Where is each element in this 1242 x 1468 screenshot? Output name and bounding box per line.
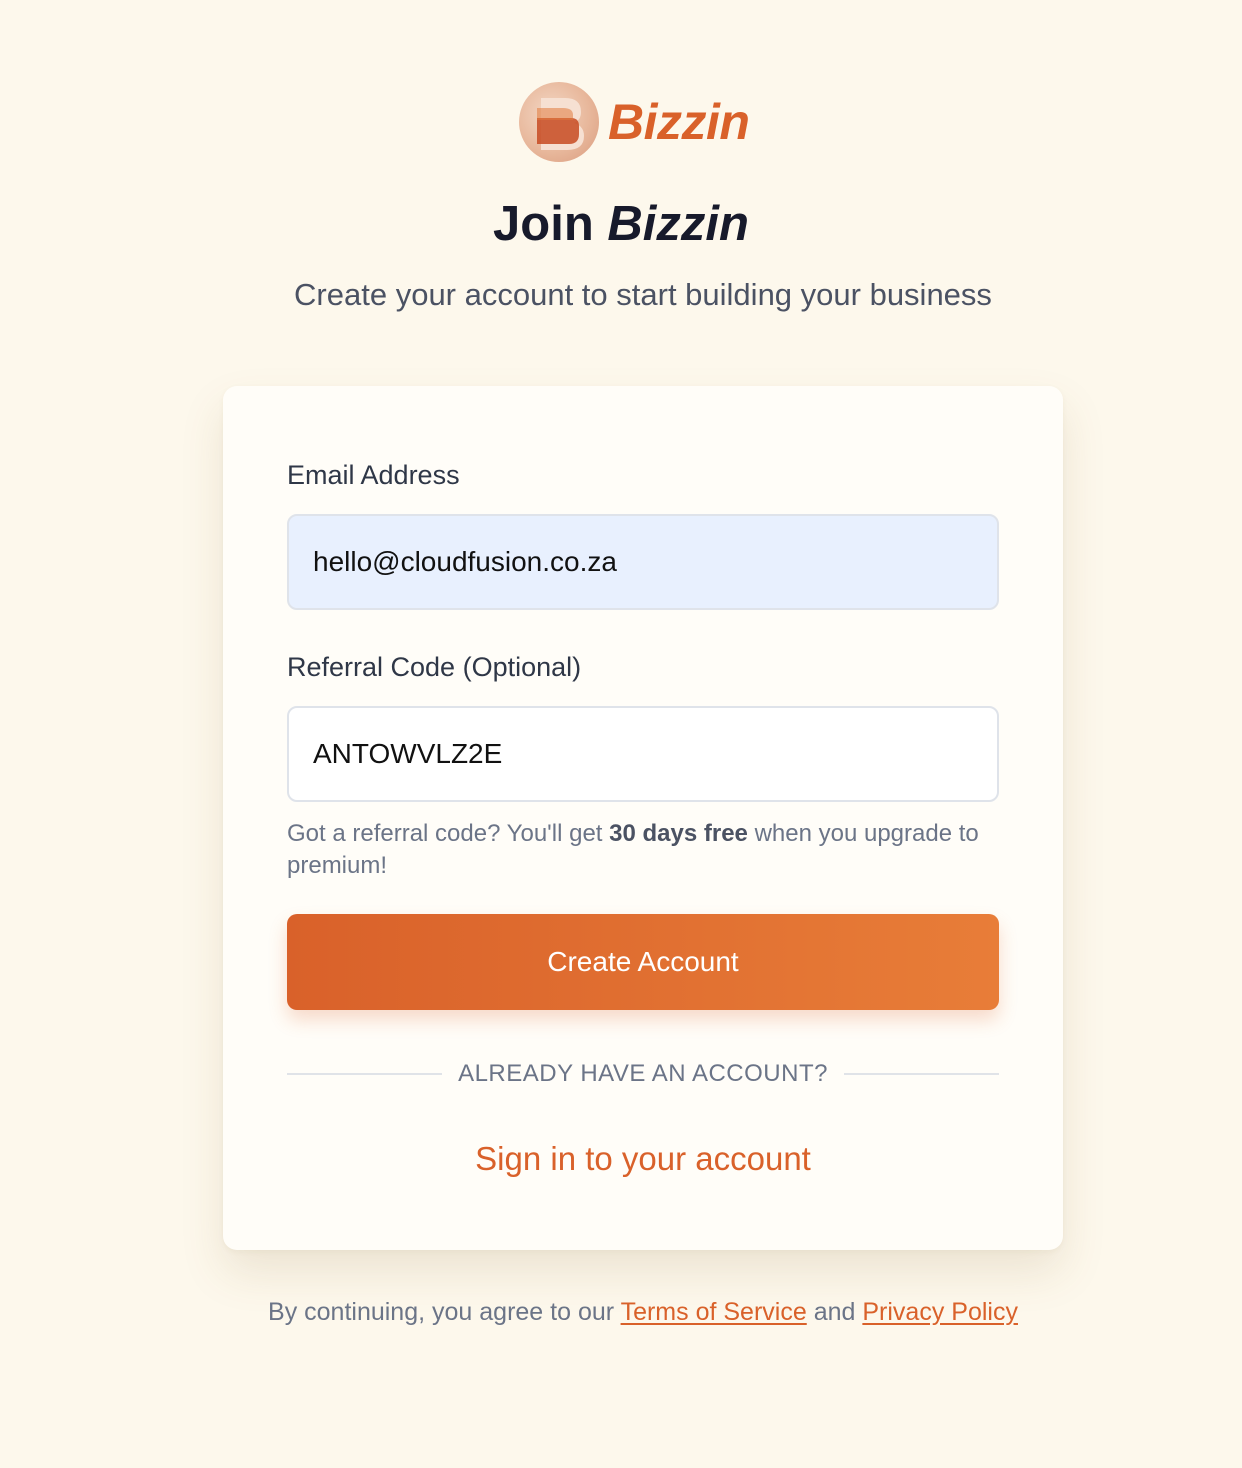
referral-hint: Got a referral code? You'll get 30 days … xyxy=(287,818,1007,882)
create-account-button[interactable]: Create Account xyxy=(287,914,999,1010)
page-subtitle: Create your account to start building yo… xyxy=(294,277,992,312)
terms-of-service-link[interactable]: Terms of Service xyxy=(621,1298,807,1326)
footer-conjunction: and xyxy=(813,1298,856,1326)
divider-text: ALREADY HAVE AN ACCOUNT? xyxy=(458,1060,828,1087)
divider-line-right xyxy=(843,1073,1000,1075)
referral-label: Referral Code (Optional) xyxy=(287,652,582,682)
footer-prefix: By continuing, you agree to our xyxy=(268,1298,615,1326)
divider-line-left xyxy=(287,1073,443,1075)
hint-highlight: 30 days free xyxy=(609,820,748,847)
signup-card: Email Address Referral Code (Optional) G… xyxy=(223,386,1063,1250)
page-title: Join Bizzin xyxy=(0,196,1242,252)
account-divider: ALREADY HAVE AN ACCOUNT? xyxy=(287,1058,1000,1090)
email-label: Email Address xyxy=(287,460,460,490)
brand-name: Bizzin xyxy=(608,94,750,150)
legal-footer: By continuing, you agree to our Terms of… xyxy=(0,1298,1242,1327)
brand-logo: Bizzin xyxy=(519,81,750,163)
title-brand: Bizzin xyxy=(607,197,749,251)
sign-in-link[interactable]: Sign in to your account xyxy=(223,1140,1063,1178)
bizzin-b-logo-icon xyxy=(519,82,599,162)
referral-code-field[interactable] xyxy=(287,706,999,802)
privacy-policy-link[interactable]: Privacy Policy xyxy=(862,1298,1018,1326)
title-prefix: Join xyxy=(493,197,594,251)
email-field[interactable] xyxy=(287,514,999,610)
hint-text-before: Got a referral code? You'll get xyxy=(287,820,603,847)
